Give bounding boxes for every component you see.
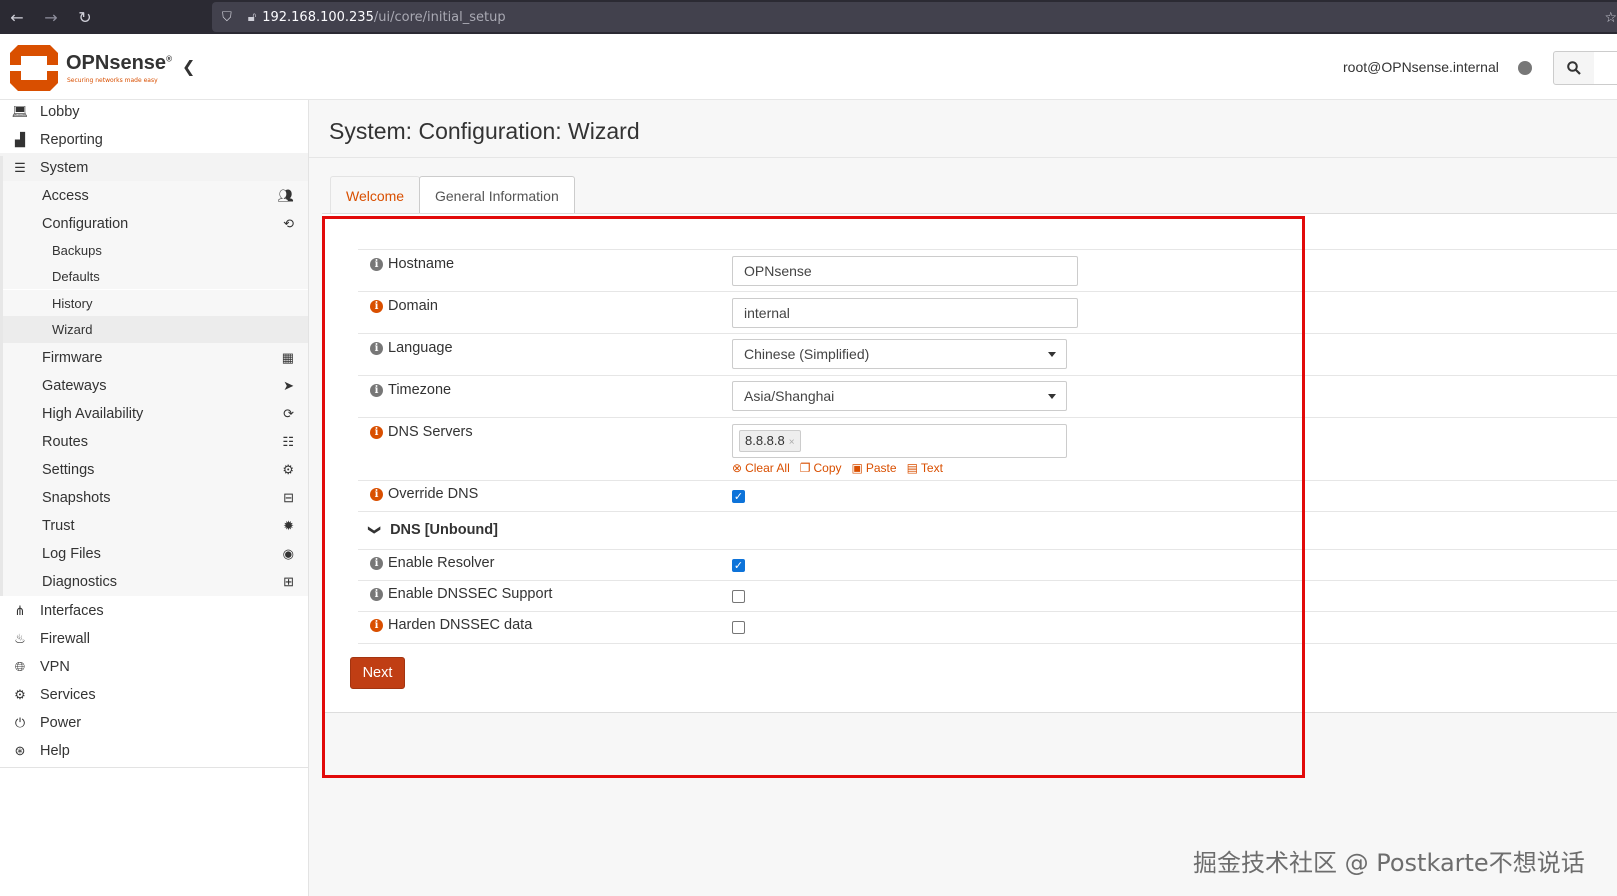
area-chart-icon: ▟ [15,131,25,147]
url-path: /ui/core/initial_setup [373,9,506,25]
url-host: 192.168.100.235 [262,9,374,25]
lock-icon: 🔓︎ [247,9,257,25]
bookmark-star-icon[interactable]: ☆ [1604,10,1617,26]
highlight-annotation-box [322,216,1305,778]
sidebar-item-snapshots[interactable]: Snapshots ⊟ [0,483,308,512]
fire-icon: ♨ [14,630,26,646]
sidebar-divider [0,767,308,768]
address-bar[interactable]: ⛉ 🔓︎ 192.168.100.235/ui/core/initial_set… [212,2,1617,32]
sidebar: 💻︎ Lobby ▟ Reporting ☰ System Access 👥︎ Conf… [0,100,309,896]
sidebar-item-diagnostics[interactable]: Diagnostics ⊞ [0,567,308,596]
status-dot-icon[interactable] [1518,61,1532,75]
sidebar-item-high-availability[interactable]: High Availability ⟳ [0,399,308,428]
brand-name: OPNsense® [66,52,172,74]
title-divider [309,157,1617,158]
search-button[interactable] [1553,51,1595,85]
tab-general-information[interactable]: General Information [419,176,575,215]
sidebar-item-system[interactable]: ☰ System [0,153,308,182]
users-icon: 👥︎ [277,187,294,203]
opnsense-logo-icon [10,45,58,91]
sitemap-icon: ⋔ [14,602,26,618]
top-header: OPNsense® Securing networks made easy ❮ … [0,37,1617,100]
eye-icon: ◉ [282,545,294,561]
globe-icon: 🌐︎ [14,658,26,674]
map-signs-icon: ☷ [282,433,294,449]
sidebar-item-firewall[interactable]: ♨ Firewall [0,624,308,653]
sidebar-collapse-chevron-icon[interactable]: ❮ [182,57,195,76]
sidebar-item-wizard[interactable]: Wizard [0,316,308,343]
sidebar-item-configuration[interactable]: Configuration ⟲ [0,209,308,238]
building-icon: ▦ [281,349,294,365]
reload-icon[interactable]: ↻ [68,8,102,27]
sidebar-item-backups[interactable]: Backups [0,237,308,263]
browser-toolbar: ← → ↻ ⛉ 🔓︎ 192.168.100.235/ui/core/initi… [0,0,1617,34]
sidebar-item-interfaces[interactable]: ⋔ Interfaces [0,596,308,625]
plug-icon: ⏻ [14,714,26,730]
sidebar-item-routes[interactable]: Routes ☷ [0,427,308,456]
sidebar-item-reporting[interactable]: ▟ Reporting [0,125,308,154]
refresh-icon: ⟳ [283,405,294,421]
laptop-icon: 💻︎ [11,103,29,119]
sidebar-item-gateways[interactable]: Gateways ➤ [0,371,308,400]
location-arrow-icon: ➤ [283,377,294,393]
cog-icon: ⚙ [14,686,26,702]
sidebar-item-settings[interactable]: Settings ⚙ [0,455,308,484]
sidebar-item-help[interactable]: ⊛ Help [0,736,308,765]
submenu-indent-bar [0,156,3,596]
page-title: System: Configuration: Wizard [329,118,640,144]
sidebar-item-services[interactable]: ⚙ Services [0,680,308,709]
back-icon[interactable]: ← [0,8,34,27]
search-input[interactable] [1594,51,1617,85]
certificate-icon: ✹ [283,517,294,533]
medkit-icon: ⊞ [283,573,294,589]
life-ring-icon: ⊛ [14,742,26,758]
sidebar-item-access[interactable]: Access 👥︎ [0,181,308,210]
server-icon: ☰ [14,159,26,175]
sidebar-item-trust[interactable]: Trust ✹ [0,511,308,540]
tab-welcome[interactable]: Welcome [330,176,421,215]
sidebar-item-lobby[interactable]: 💻︎ Lobby [0,97,308,126]
forward-icon[interactable]: → [34,8,68,27]
search-icon [1567,61,1581,75]
user-account[interactable]: root@OPNsense.internal [1343,59,1499,75]
cogs-icon: ⚙ [282,461,294,477]
sidebar-item-log-files[interactable]: Log Files ◉ [0,539,308,568]
sidebar-item-firmware[interactable]: Firmware ▦ [0,343,308,372]
watermark: 掘金技术社区 @ Postkarte不想说话 [1193,849,1585,877]
history-icon: ⟲ [283,215,294,231]
sidebar-item-power[interactable]: ⏻ Power [0,708,308,737]
brand-tagline: Securing networks made easy [67,77,158,84]
sidebar-item-defaults[interactable]: Defaults [0,263,308,289]
shield-icon: ⛉ [222,9,232,25]
sidebar-item-vpn[interactable]: 🌐︎ VPN [0,652,308,681]
hdd-icon: ⊟ [283,489,294,505]
sidebar-item-history[interactable]: History [0,290,308,316]
